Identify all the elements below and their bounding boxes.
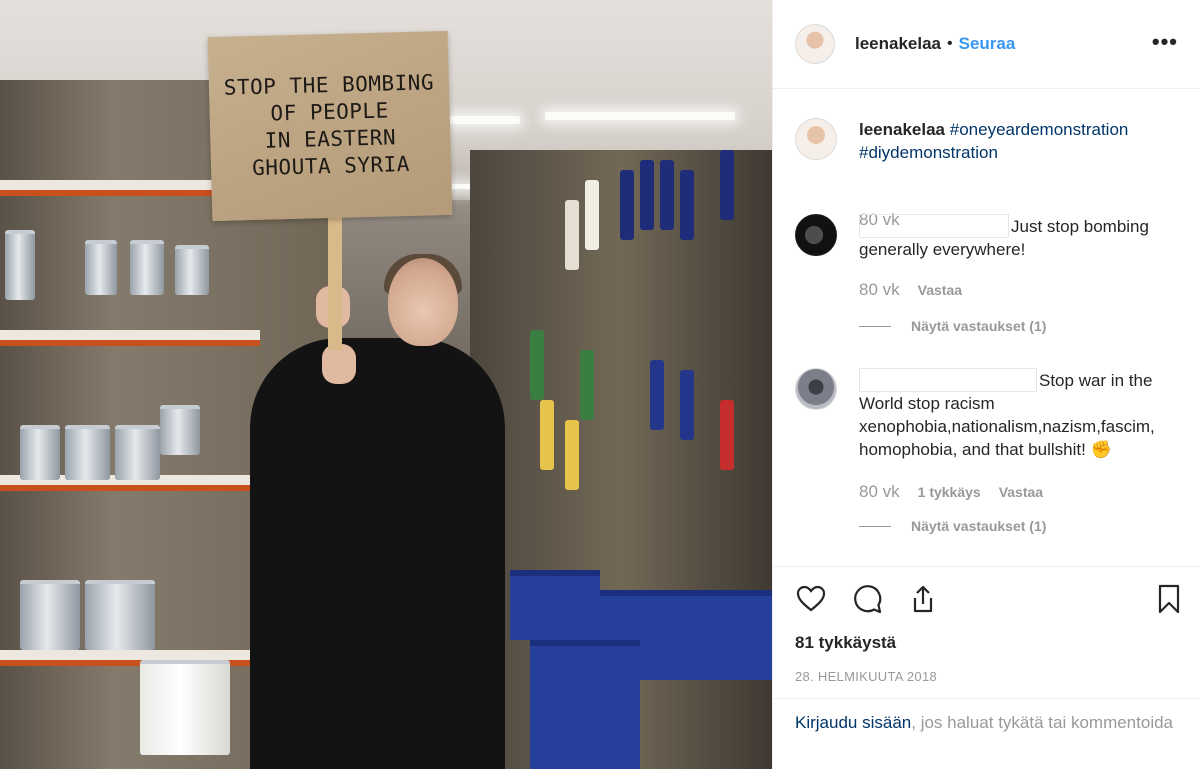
comment-meta: 80 vk 1 tykkäys Vastaa [859, 482, 1043, 502]
profile-avatar[interactable] [795, 24, 835, 64]
comment-likes[interactable]: 1 tykkäys [918, 484, 981, 500]
post-header: leenakelaa • Seuraa ••• [773, 0, 1200, 89]
protest-sign: STOP THE BOMBING OF PEOPLE IN EASTERN GH… [207, 30, 453, 222]
post-date: 28. HELMIKUUTA 2018 [795, 669, 938, 684]
view-replies-button[interactable]: Näytä vastaukset (1) [859, 318, 1046, 334]
ceiling-light [450, 116, 520, 124]
more-options-icon[interactable]: ••• [1152, 31, 1178, 53]
hidden-username [859, 214, 1009, 238]
comment-text: Just stop bombing generally everywhere! [859, 214, 1189, 261]
bookmark-icon[interactable] [1153, 583, 1185, 615]
person [250, 254, 505, 769]
caption-text: leenakelaa #oneyeardemonstration #diydem… [859, 118, 1189, 164]
caption-avatar[interactable] [795, 118, 837, 160]
sign-stick [328, 210, 342, 350]
comments-list[interactable]: leenakelaa #oneyeardemonstration #diydem… [773, 90, 1200, 566]
right-shelf [470, 150, 772, 769]
sign-text: STOP THE BOMBING OF PEOPLE IN EASTERN GH… [223, 70, 435, 181]
likes-count[interactable]: 81 tykkäystä [795, 633, 896, 653]
hidden-username [859, 368, 1037, 392]
comment-time[interactable]: 80 vk [859, 482, 900, 502]
comment-meta: 80 vk Vastaa [859, 280, 962, 300]
comment-text: Stop war in the World stop racism xenoph… [859, 368, 1189, 461]
header-username[interactable]: leenakelaa [855, 34, 941, 54]
face [388, 258, 458, 346]
hashtag-link[interactable]: #diydemonstration [859, 143, 998, 162]
commenter-avatar[interactable] [795, 214, 837, 256]
commenter-avatar[interactable] [795, 368, 837, 410]
coat [250, 338, 505, 769]
share-icon[interactable] [907, 583, 939, 615]
comment-icon[interactable] [851, 583, 883, 615]
caption-username[interactable]: leenakelaa [859, 120, 945, 139]
hand [322, 344, 356, 384]
follow-button[interactable]: Seuraa [959, 34, 1016, 54]
heart-icon[interactable] [795, 583, 827, 615]
login-prompt: Kirjaudu sisään, jos haluat tykätä tai k… [773, 698, 1200, 747]
post-sidebar: leenakelaa • Seuraa ••• leenakelaa #oney… [772, 0, 1200, 769]
comment-time[interactable]: 80 vk [859, 280, 900, 300]
post-photo[interactable]: STOP THE BOMBING OF PEOPLE IN EASTERN GH… [0, 0, 772, 769]
reply-button[interactable]: Vastaa [999, 484, 1043, 500]
ceiling-light [545, 112, 735, 120]
action-bar: 81 tykkäystä 28. HELMIKUUTA 2018 [773, 566, 1200, 698]
hashtag-link[interactable]: #oneyeardemonstration [950, 120, 1129, 139]
separator-dot: • [947, 35, 953, 52]
login-link[interactable]: Kirjaudu sisään [795, 713, 911, 732]
view-replies-button[interactable]: Näytä vastaukset (1) [859, 518, 1046, 534]
reply-button[interactable]: Vastaa [918, 282, 962, 298]
